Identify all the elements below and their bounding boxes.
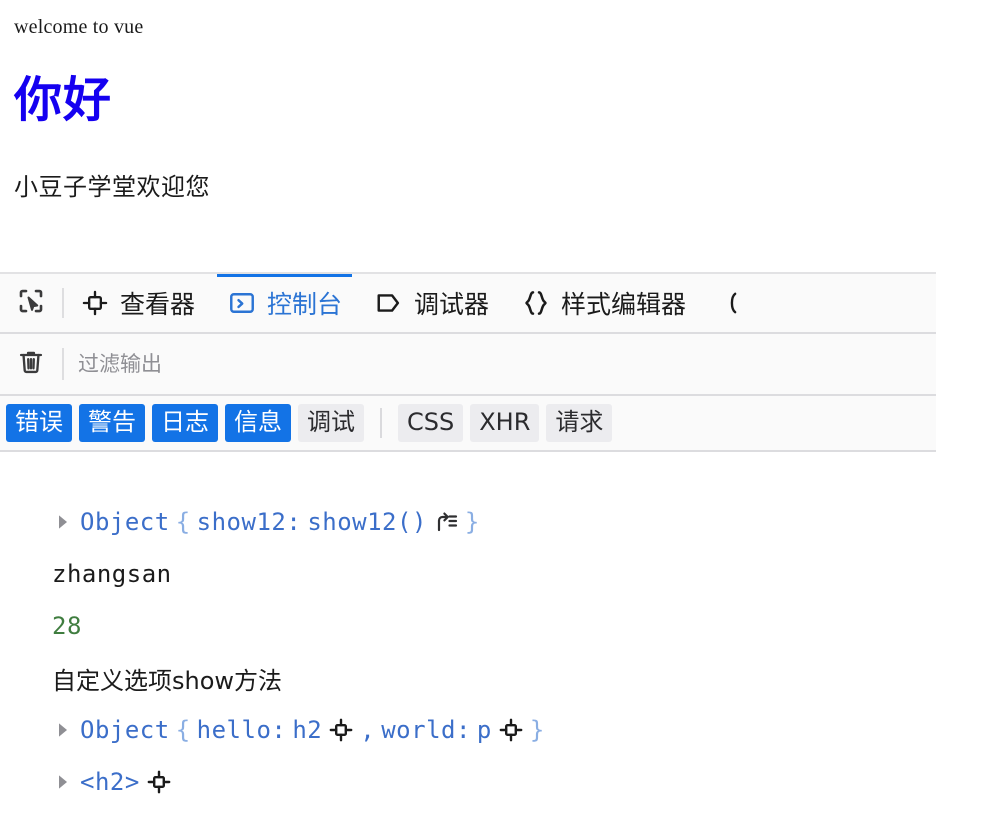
filter-chip-info[interactable]: 信息 (225, 404, 291, 442)
tab-console-label: 控制台 (267, 290, 343, 319)
jump-to-definition-icon[interactable] (433, 509, 459, 535)
tab-style-editor-label: 样式编辑器 (561, 290, 687, 319)
devtools-tab-strip: 查看器 控制台 调试器 样式编辑器 (64, 274, 936, 332)
node-text: <h2> (80, 768, 140, 796)
filter-chip-logs[interactable]: 日志 (152, 404, 218, 442)
filter-chip-requests[interactable]: 请求 (546, 404, 613, 442)
console-row-zhangsan[interactable]: zhangsan (0, 548, 1004, 600)
property-key-hello: hello: (196, 716, 287, 744)
clear-console-button[interactable] (0, 334, 62, 394)
tab-style-editor[interactable]: 样式编辑器 (505, 274, 702, 332)
console-icon (227, 288, 257, 318)
console-output: Object { show12: show12() } zhangsan 28 … (0, 490, 1004, 808)
property-key-world: world: (381, 716, 471, 744)
console-row-custom-option[interactable]: 自定义选项show方法 (0, 652, 1004, 704)
filter-chip-warnings[interactable]: 警告 (79, 404, 145, 442)
filter-chip-xhr[interactable]: XHR (470, 404, 540, 442)
tab-inspector-label: 查看器 (120, 290, 196, 319)
inspector-icon (80, 288, 110, 318)
console-row-object-show12[interactable]: Object { show12: show12() } (0, 496, 1004, 548)
element-picker-button[interactable] (0, 274, 62, 332)
filter-chip-debug[interactable]: 调试 (298, 404, 364, 442)
hello-heading: 你好 (14, 72, 113, 128)
style-editor-icon (521, 288, 551, 318)
log-text: 自定义选项show方法 (52, 666, 283, 695)
console-filter-toolbar (0, 334, 936, 396)
console-filter-chips: 错误 警告 日志 信息 调试 CSS XHR 请求 (0, 396, 936, 452)
chips-divider (380, 408, 382, 438)
filter-chip-errors[interactable]: 错误 (6, 404, 72, 442)
page-content: welcome to vue 你好 小豆子学堂欢迎您 (0, 0, 1004, 202)
expand-twisty-icon[interactable] (52, 722, 74, 738)
trash-icon (17, 347, 45, 382)
welcome-line: welcome to vue (14, 16, 144, 38)
filter-output-input[interactable] (64, 334, 936, 394)
log-text: zhangsan (52, 560, 172, 588)
property-value: show12() (307, 508, 427, 536)
filter-chip-css[interactable]: CSS (398, 404, 464, 442)
object-label: Object (80, 716, 170, 744)
element-picker-icon (16, 286, 46, 321)
tab-inspector[interactable]: 查看器 (64, 274, 211, 332)
inspect-node-icon[interactable] (498, 717, 524, 743)
tab-debugger-label: 调试器 (414, 290, 490, 319)
property-key: show12: (196, 508, 302, 536)
tab-debugger[interactable]: 调试器 (358, 274, 505, 332)
console-row-number[interactable]: 28 (0, 600, 1004, 652)
open-brace: { (175, 716, 191, 744)
close-brace: } (529, 716, 545, 744)
tab-overflow-partial[interactable] (702, 274, 764, 332)
property-value-h2: h2 (292, 716, 323, 744)
property-separator: , (360, 716, 376, 744)
debugger-icon (374, 288, 404, 318)
sub-paragraph: 小豆子学堂欢迎您 (14, 173, 210, 202)
expand-twisty-icon[interactable] (52, 774, 74, 790)
devtools-toolbar: 查看器 控制台 调试器 样式编辑器 (0, 272, 936, 334)
property-value-p: p (476, 716, 492, 744)
open-brace: { (175, 508, 191, 536)
close-brace: } (464, 508, 480, 536)
tab-console[interactable]: 控制台 (211, 274, 358, 332)
log-number: 28 (52, 612, 82, 640)
console-row-object-nodes[interactable]: Object { hello: h2 , world: p} (0, 704, 1004, 756)
devtools-panel: 查看器 控制台 调试器 样式编辑器 过滤输出 错误 警告 日志 信息 调试 CS… (0, 272, 936, 452)
object-label: Object (80, 508, 170, 536)
inspect-node-icon[interactable] (328, 717, 354, 743)
inspect-node-icon[interactable] (146, 769, 172, 795)
console-row-node-h2[interactable]: <h2> (0, 756, 1004, 808)
more-tabs-icon (718, 288, 748, 318)
expand-twisty-icon[interactable] (52, 514, 74, 530)
